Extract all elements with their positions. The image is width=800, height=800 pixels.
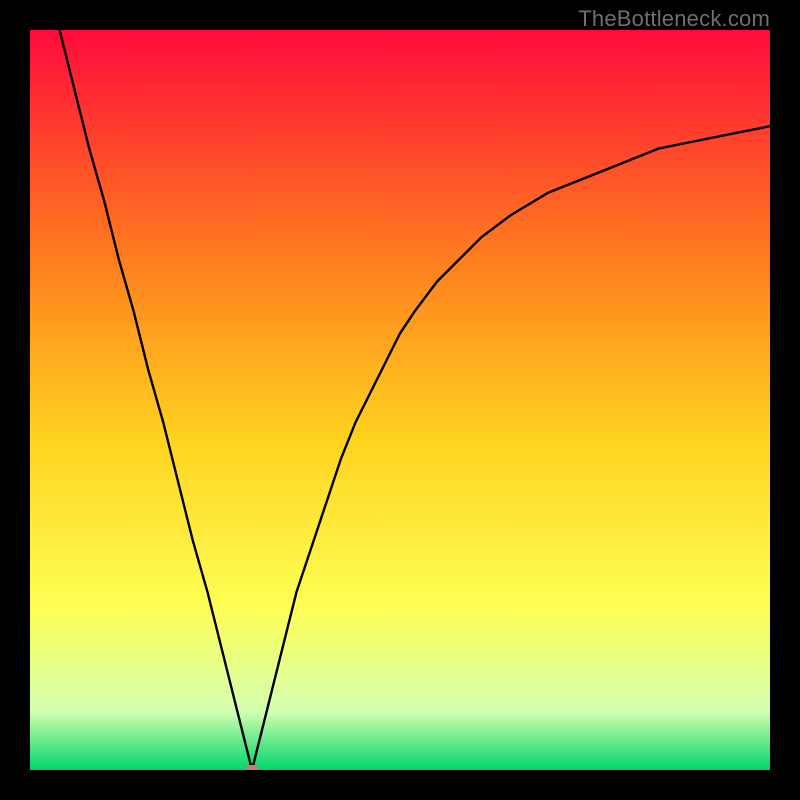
watermark-text: TheBottleneck.com xyxy=(578,6,770,32)
plot-area xyxy=(30,30,770,770)
minimum-marker xyxy=(245,765,259,770)
chart-frame: TheBottleneck.com xyxy=(0,0,800,800)
bottleneck-curve xyxy=(30,30,770,770)
